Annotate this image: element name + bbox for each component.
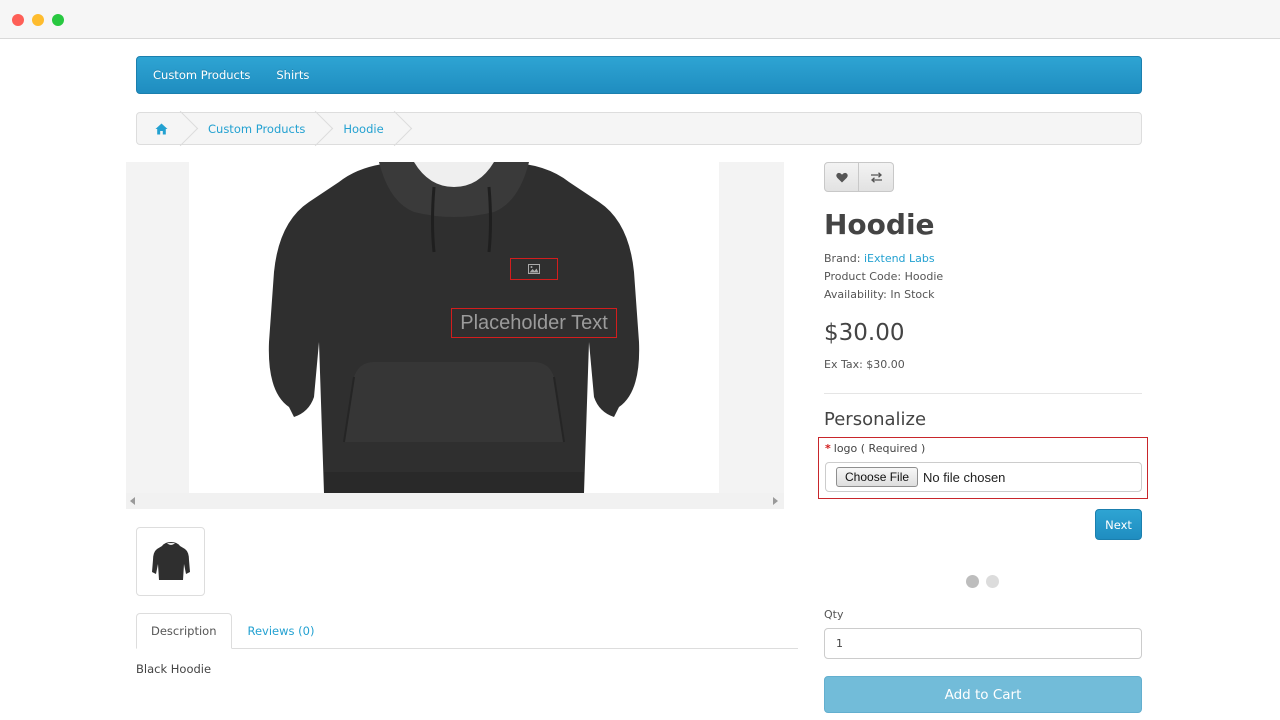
no-file-chosen-text: No file chosen: [923, 469, 1006, 485]
brand-label: Brand:: [824, 252, 861, 265]
logo-option-group: * logo ( Required ) Choose File No file c…: [818, 437, 1148, 499]
compare-arrows-icon: [870, 171, 882, 183]
next-button[interactable]: Next: [1095, 509, 1142, 540]
scroll-right-icon[interactable]: [773, 497, 778, 505]
choose-file-button[interactable]: Choose File: [836, 467, 919, 487]
image-placeholder-icon: [528, 264, 540, 274]
product-code: Product Code: Hoodie: [824, 270, 943, 283]
maximize-window-button[interactable]: [52, 14, 64, 26]
minimize-window-button[interactable]: [32, 14, 44, 26]
close-window-button[interactable]: [12, 14, 24, 26]
qty-input[interactable]: 1: [824, 628, 1142, 659]
qty-label: Qty: [824, 608, 844, 621]
breadcrumb-hoodie[interactable]: Hoodie: [319, 113, 397, 144]
tab-reviews[interactable]: Reviews (0): [234, 613, 329, 649]
product-code-label: Product Code:: [824, 270, 902, 283]
add-to-cart-button[interactable]: Add to Cart: [824, 676, 1142, 713]
window-titlebar: [0, 0, 1280, 39]
breadcrumb: Custom Products Hoodie: [136, 112, 1142, 145]
product-price: $30.00: [824, 320, 905, 346]
availability-value: In Stock: [890, 288, 935, 301]
product-code-value: Hoodie: [904, 270, 944, 283]
divider: [824, 393, 1142, 394]
logo-option-label: * logo ( Required ): [825, 442, 925, 455]
ex-tax-price: Ex Tax: $30.00: [824, 358, 905, 371]
product-title: Hoodie: [824, 208, 935, 241]
personalize-heading: Personalize: [824, 409, 927, 430]
image-placeholder-layer[interactable]: [510, 258, 558, 280]
text-placeholder-layer[interactable]: Placeholder Text: [451, 308, 617, 338]
nav-item-shirts[interactable]: Shirts: [276, 68, 309, 82]
main-navbar: Custom Products Shirts: [136, 56, 1142, 94]
product-image-area: Placeholder Text: [126, 162, 784, 509]
compare-button[interactable]: [859, 162, 894, 192]
placeholder-text: Placeholder Text: [460, 311, 608, 334]
nav-item-custom-products[interactable]: Custom Products: [153, 68, 250, 82]
product-availability: Availability: In Stock: [824, 288, 935, 301]
required-mark: *: [825, 442, 831, 455]
tab-description[interactable]: Description: [136, 613, 232, 649]
breadcrumb-home[interactable]: [137, 113, 184, 144]
product-thumbnail[interactable]: [136, 527, 205, 596]
description-text: Black Hoodie: [136, 662, 212, 676]
image-scrollbar[interactable]: [126, 493, 784, 509]
heart-icon: [835, 172, 848, 182]
home-icon: [155, 123, 168, 134]
hoodie-thumbnail-image: [151, 541, 190, 580]
logo-file-input[interactable]: Choose File No file chosen: [825, 462, 1142, 492]
product-design-canvas[interactable]: Placeholder Text: [189, 162, 719, 493]
logo-label-text: logo ( Required ): [833, 442, 926, 455]
brand-link[interactable]: iExtend Labs: [864, 252, 935, 265]
step-dot-2[interactable]: [986, 575, 999, 588]
availability-label: Availability:: [824, 288, 887, 301]
wishlist-button[interactable]: [824, 162, 859, 192]
scroll-left-icon[interactable]: [130, 497, 135, 505]
breadcrumb-custom-products[interactable]: Custom Products: [184, 113, 319, 144]
product-brand: Brand: iExtend Labs: [824, 252, 935, 265]
step-dot-1[interactable]: [966, 575, 979, 588]
product-action-buttons: [824, 162, 894, 192]
product-tabs: Description Reviews (0): [136, 613, 798, 649]
